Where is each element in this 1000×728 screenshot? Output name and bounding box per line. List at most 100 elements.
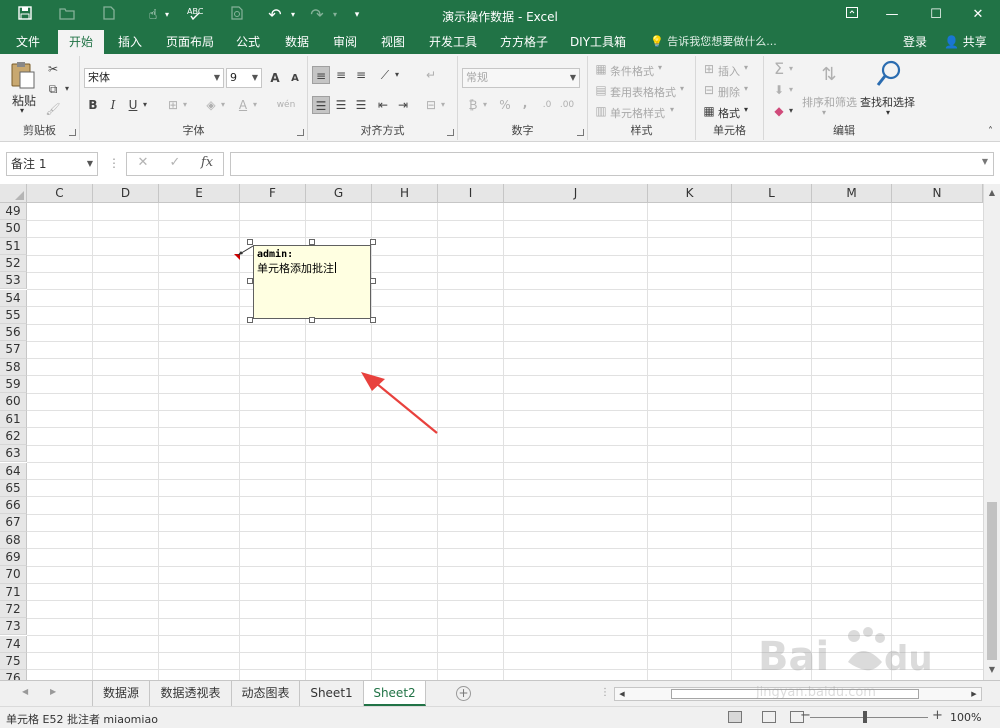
fill-dropdown-icon[interactable]: ▾ <box>786 81 796 99</box>
resize-handle[interactable] <box>309 317 315 323</box>
find-select-icon[interactable] <box>874 60 904 90</box>
row-header[interactable]: 67 <box>0 514 27 532</box>
number-format-select[interactable]: 常规 ▼ <box>462 68 580 88</box>
font-size-select[interactable]: 9 ▼ <box>226 68 262 88</box>
tab-data[interactable]: 数据 <box>277 30 317 54</box>
vertical-scroll-thumb[interactable] <box>987 502 997 660</box>
increase-font-icon[interactable]: A <box>266 69 284 87</box>
comment-box[interactable]: admin: 单元格添加批注 <box>253 245 371 319</box>
tab-diy-toolbox[interactable]: DIY工具箱 <box>562 30 634 54</box>
format-painter-icon[interactable]: 🖌 <box>44 100 62 118</box>
sheet-tab[interactable]: Sheet1 <box>300 681 364 706</box>
row-header[interactable]: 57 <box>0 341 27 359</box>
resize-handle[interactable] <box>309 239 315 245</box>
column-header[interactable]: J <box>504 184 648 203</box>
format-as-table-button[interactable]: 套用表格格式 <box>610 84 676 100</box>
currency-dropdown-icon[interactable]: ▾ <box>480 96 490 114</box>
worksheet-grid[interactable]: C D E F G H I J K L M N 49 50 51 52 53 5… <box>0 184 1000 680</box>
align-middle-icon[interactable]: ≡ <box>332 66 350 84</box>
name-box[interactable]: 备注 1 ▼ <box>6 152 98 176</box>
tab-developer[interactable]: 开发工具 <box>422 30 484 54</box>
tab-insert[interactable]: 插入 <box>110 30 150 54</box>
row-header[interactable]: 50 <box>0 220 27 238</box>
row-header[interactable]: 68 <box>0 531 27 549</box>
row-header[interactable]: 63 <box>0 445 27 463</box>
formula-bar-splitter-icon[interactable]: ⋮ <box>108 156 120 170</box>
row-header[interactable]: 59 <box>0 376 27 394</box>
column-header[interactable]: G <box>306 184 372 203</box>
row-header[interactable]: 76 <box>0 670 27 680</box>
scroll-up-icon[interactable]: ▲ <box>984 185 1000 201</box>
column-header[interactable]: F <box>240 184 306 203</box>
row-header[interactable]: 75 <box>0 652 27 671</box>
column-header[interactable]: H <box>372 184 438 203</box>
sort-filter-dropdown-icon[interactable]: ▾ <box>822 108 826 117</box>
align-top-icon[interactable]: ≡ <box>312 66 330 84</box>
expand-formula-bar-icon[interactable]: ▼ <box>982 157 988 166</box>
tab-splitter-icon[interactable]: ⋮ <box>600 687 610 698</box>
conditional-format-dropdown-icon[interactable]: ▾ <box>658 63 662 72</box>
scroll-right-icon[interactable]: ▶ <box>968 688 980 700</box>
next-sheet-icon[interactable]: ▶ <box>50 687 56 696</box>
copy-icon[interactable]: ⧉ <box>44 80 62 98</box>
tab-review[interactable]: 审阅 <box>325 30 365 54</box>
select-all-button[interactable] <box>0 184 27 203</box>
row-header[interactable]: 61 <box>0 410 27 428</box>
italic-icon[interactable]: I <box>104 96 122 114</box>
conditional-format-button[interactable]: 条件格式 <box>610 63 654 79</box>
font-launcher-icon[interactable] <box>297 129 304 136</box>
close-icon[interactable]: ✕ <box>956 0 1000 30</box>
zoom-level[interactable]: 100% <box>950 711 981 724</box>
resize-handle[interactable] <box>370 239 376 245</box>
fill-color-dropdown-icon[interactable]: ▾ <box>218 96 228 114</box>
row-header[interactable]: 64 <box>0 462 27 480</box>
align-right-icon[interactable]: ☰ <box>352 96 370 114</box>
wrap-text-icon[interactable]: ↵ <box>422 66 440 84</box>
insert-cells-icon[interactable]: ⊞ <box>700 60 718 78</box>
decrease-font-icon[interactable]: A <box>286 70 304 88</box>
row-header[interactable]: 53 <box>0 272 27 290</box>
alignment-launcher-icon[interactable] <box>447 129 454 136</box>
insert-function-icon[interactable]: fx <box>197 155 217 170</box>
column-header[interactable]: N <box>892 184 983 203</box>
delete-cells-button[interactable]: 删除 <box>718 84 740 100</box>
zoom-out-icon[interactable]: − <box>800 708 811 723</box>
clipboard-launcher-icon[interactable] <box>69 129 76 136</box>
tab-home[interactable]: 开始 <box>58 30 104 54</box>
copy-dropdown-icon[interactable]: ▾ <box>62 80 72 98</box>
clear-dropdown-icon[interactable]: ▾ <box>786 102 796 120</box>
prev-sheet-icon[interactable]: ◀ <box>22 687 28 696</box>
normal-view-icon[interactable] <box>728 711 742 723</box>
row-header[interactable]: 52 <box>0 254 27 273</box>
share-button[interactable]: 👤 共享 <box>940 30 1000 54</box>
format-cells-button[interactable]: 格式 <box>718 105 740 121</box>
find-select-dropdown-icon[interactable]: ▾ <box>886 108 890 117</box>
row-header[interactable]: 56 <box>0 324 27 342</box>
bold-icon[interactable]: B <box>84 96 102 114</box>
paste-icon[interactable] <box>8 60 38 90</box>
row-header[interactable]: 73 <box>0 618 27 636</box>
row-header[interactable]: 62 <box>0 427 27 446</box>
comma-icon[interactable]: , <box>516 94 534 112</box>
autosum-dropdown-icon[interactable]: ▾ <box>786 60 796 78</box>
align-bottom-icon[interactable]: ≡ <box>352 66 370 84</box>
column-header[interactable]: I <box>438 184 504 203</box>
login-button[interactable]: 登录 <box>903 30 927 54</box>
row-header[interactable]: 51 <box>0 237 27 255</box>
cell-styles-dropdown-icon[interactable]: ▾ <box>670 105 674 114</box>
page-layout-view-icon[interactable] <box>762 711 776 723</box>
zoom-slider[interactable] <box>810 717 928 718</box>
font-name-select[interactable]: 宋体 ▼ <box>84 68 224 88</box>
row-header[interactable]: 71 <box>0 583 27 601</box>
add-sheet-icon[interactable]: + <box>456 686 471 701</box>
delete-dropdown-icon[interactable]: ▾ <box>744 84 748 93</box>
column-header[interactable]: D <box>93 184 159 203</box>
cancel-icon[interactable]: ✕ <box>133 155 153 170</box>
vertical-scrollbar[interactable]: ▲ ▼ <box>983 184 1000 680</box>
sort-filter-button[interactable]: 排序和筛选 <box>802 94 857 110</box>
increase-indent-icon[interactable]: ⇥ <box>394 96 412 114</box>
row-header[interactable]: 66 <box>0 497 27 515</box>
zoom-slider-knob[interactable] <box>863 711 867 723</box>
underline-dropdown-icon[interactable]: ▾ <box>140 96 150 114</box>
tab-formulas[interactable]: 公式 <box>228 30 268 54</box>
